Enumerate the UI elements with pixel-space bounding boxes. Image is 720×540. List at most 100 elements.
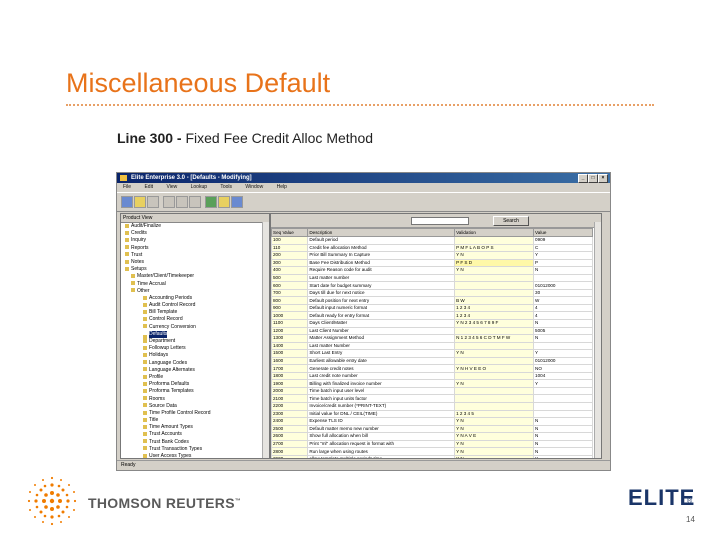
table-row[interactable]: 900 Default input numeric format 1 2 3 44 (271, 303, 593, 313)
paste-icon[interactable] (189, 196, 201, 208)
minimize-button[interactable]: _ (578, 174, 588, 183)
value-cell[interactable]: Y (533, 349, 593, 358)
value-cell[interactable]: N (533, 447, 593, 456)
open-folder-icon[interactable] (134, 196, 146, 208)
tree-item[interactable]: Department (121, 338, 269, 345)
close-button[interactable]: × (598, 174, 608, 183)
menu-lookup[interactable]: Lookup (191, 184, 207, 190)
value-cell[interactable]: 01012000 (533, 281, 593, 290)
value-cell[interactable] (533, 341, 593, 351)
column-header[interactable]: Seq Value (271, 228, 309, 237)
value-cell[interactable]: N (533, 334, 593, 343)
value-cell[interactable] (533, 386, 593, 396)
value-cell[interactable]: Y (533, 251, 593, 260)
table-row[interactable]: 1200 Last Client Number 5005 (271, 326, 593, 336)
menu-tools[interactable]: Tools (220, 184, 232, 190)
copy-icon[interactable] (176, 196, 188, 208)
tree-item[interactable]: Inquiry (121, 237, 269, 244)
tree-item[interactable]: Time Profile Control Record (121, 410, 269, 417)
tree-item[interactable]: Currency Conversion (121, 324, 269, 331)
search-input[interactable] (411, 217, 469, 225)
tree-item[interactable]: Trust Transaction Types (121, 446, 269, 453)
value-cell[interactable]: W (533, 296, 593, 305)
save-icon[interactable] (147, 196, 159, 208)
tree-item[interactable]: Language Alternates (121, 367, 269, 374)
table-row[interactable]: 1400 Last matter Number (271, 341, 593, 351)
tree-item[interactable]: Setups (121, 266, 269, 273)
grid-scrollbar[interactable] (594, 222, 601, 458)
table-row[interactable]: 100 Default period 0909 (271, 236, 593, 245)
value-cell[interactable] (533, 409, 593, 419)
table-row[interactable]: 2200 Invoice/credit number (*PRINT-TEXT) (271, 402, 593, 411)
table-row[interactable]: 2900 allow template multiple periods time… (271, 454, 593, 458)
value-cell[interactable]: C (533, 243, 593, 253)
value-cell[interactable]: N (533, 424, 593, 434)
tree-item[interactable]: Proforma Templates (121, 388, 269, 395)
table-row[interactable]: 2800 Run large when using routes Y NN (271, 447, 593, 456)
tree-item[interactable]: Followup Letters (121, 345, 269, 352)
tree-item[interactable]: Time Amount Types (121, 424, 269, 431)
value-cell[interactable]: N (533, 432, 593, 441)
tree-item[interactable]: Profile (121, 374, 269, 381)
help-icon[interactable] (231, 196, 243, 208)
value-cell[interactable]: 01012000 (533, 356, 593, 366)
value-cell[interactable]: 0909 (533, 236, 593, 245)
table-row[interactable]: 2100 Time batch input units factor (271, 394, 593, 404)
value-cell[interactable]: N (533, 439, 593, 449)
search-button[interactable]: Search (493, 216, 529, 226)
value-cell[interactable] (533, 273, 593, 283)
menu-help[interactable]: Help (277, 184, 287, 190)
tree-item[interactable]: Credits (121, 230, 269, 237)
table-row[interactable]: 110 Credit fee allocation Method P M F L A… (271, 243, 593, 253)
value-cell[interactable]: 1004 (533, 371, 593, 381)
tree-item[interactable]: Trust Accounts (121, 431, 269, 438)
table-row[interactable]: 500 Last matter number (271, 273, 593, 283)
tree-item[interactable]: Trust Bank Codes (121, 439, 269, 446)
cut-icon[interactable] (163, 196, 175, 208)
table-row[interactable]: 2300 Initial value for DNL / CEIL(TIME) 1 … (271, 409, 593, 419)
table-row[interactable]: 2000 Time batch input user level (271, 386, 593, 396)
new-icon[interactable] (121, 196, 133, 208)
menu-view[interactable]: View (166, 184, 177, 190)
column-header[interactable]: Validation (454, 228, 535, 237)
table-row[interactable]: 2700 Print "ml" allocation request in for… (271, 439, 593, 449)
tree-item[interactable]: Other (121, 288, 269, 295)
tree-item[interactable]: Source Data (121, 403, 269, 410)
column-header[interactable]: Description (307, 228, 456, 237)
tree-item[interactable]: Master/Client/Timekeeper (121, 273, 269, 280)
menu-window[interactable]: Window (245, 184, 263, 190)
table-row[interactable]: 1500 Short Last Entry Y NY (271, 349, 593, 358)
value-cell[interactable]: N (533, 319, 593, 328)
tree-item[interactable]: Trust (121, 252, 269, 259)
tree-item[interactable]: Rooms (121, 396, 269, 403)
value-cell[interactable]: P (533, 258, 593, 268)
value-cell[interactable]: NO (533, 364, 593, 373)
tree-item[interactable]: Accounting Periods (121, 295, 269, 302)
table-row[interactable]: 800 Default position for next entry B WW (271, 296, 593, 305)
tree-item[interactable]: Audit Control Record (121, 302, 269, 309)
maximize-button[interactable]: □ (588, 174, 598, 183)
menu-file[interactable]: File (123, 184, 131, 190)
table-row[interactable]: 700 Days till due for next notice 30 (271, 288, 593, 298)
table-row[interactable]: 300 Base Fee Distribution Method P F S DP (271, 258, 593, 268)
table-row[interactable]: 2500 Default matter memo new number Y NN (271, 424, 593, 434)
tree-item[interactable]: Bill Template (121, 309, 269, 316)
value-cell[interactable]: 5005 (533, 326, 593, 336)
value-cell[interactable] (533, 402, 593, 411)
value-cell[interactable]: Y (533, 454, 593, 458)
tree-item[interactable]: Defaults (121, 330, 269, 339)
value-cell[interactable]: 30 (533, 288, 593, 298)
value-cell[interactable]: 4 (533, 311, 593, 320)
tree-item[interactable]: Control Record (121, 316, 269, 323)
table-row[interactable]: 1800 Last credit note number 1004 (271, 371, 593, 381)
value-cell[interactable]: N (533, 417, 593, 426)
value-cell[interactable]: 4 (533, 303, 593, 313)
tree-item[interactable]: Time Accrual (121, 281, 269, 288)
tree-item[interactable]: Holidays (121, 352, 269, 359)
tree-item[interactable]: User Access Types (121, 453, 269, 458)
tree-item[interactable]: Notes (121, 259, 269, 266)
value-cell[interactable]: N (533, 266, 593, 275)
table-row[interactable]: 1300 Matter Assignment Method N 1 2 3 4 5 … (271, 334, 593, 343)
table-row[interactable]: 2600 Show full allocation when bill Y N A … (271, 432, 593, 441)
value-cell[interactable] (533, 394, 593, 404)
